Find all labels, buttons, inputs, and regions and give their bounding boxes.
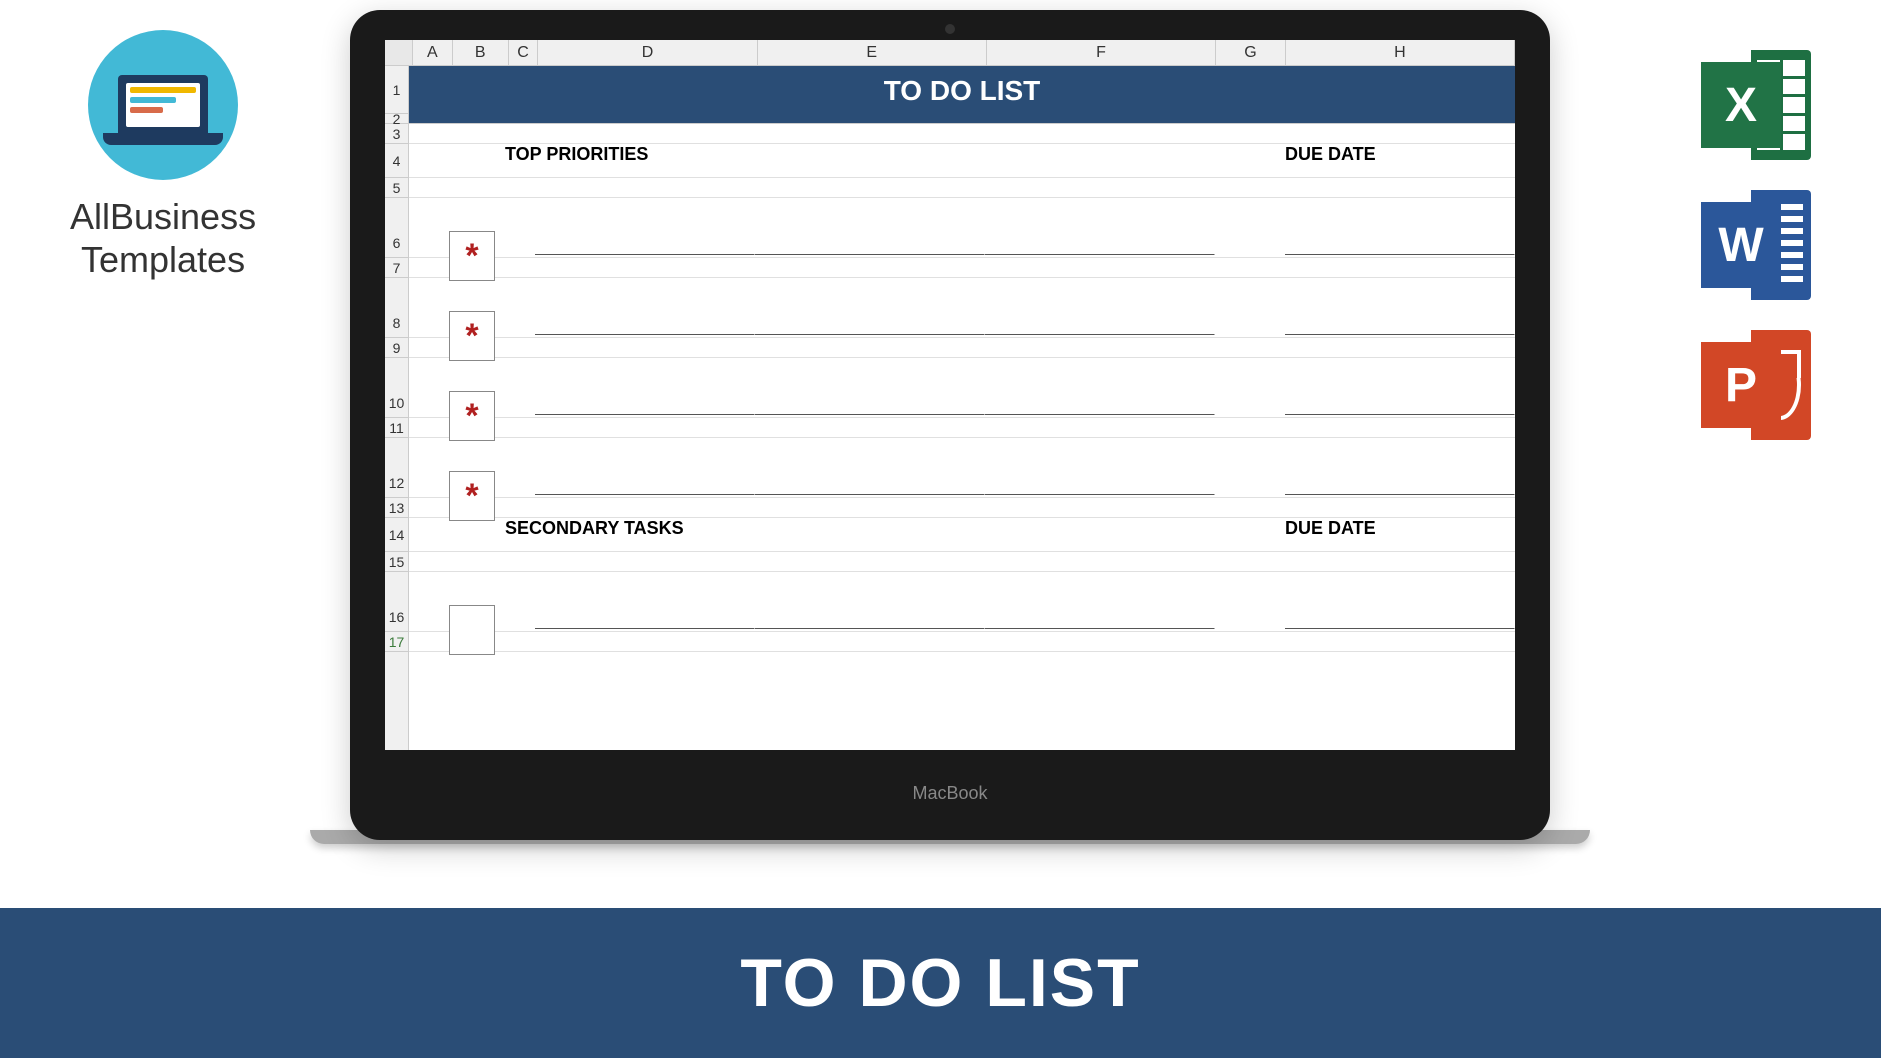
row-9[interactable] bbox=[409, 338, 1515, 358]
brand-logo-block: AllBusiness Templates bbox=[70, 30, 256, 281]
cells-area[interactable]: TO DO LIST TOP PRIORITIES DUE DATE * bbox=[409, 66, 1515, 750]
row-8-priority[interactable]: * bbox=[409, 278, 1515, 338]
due-date-label-1: DUE DATE bbox=[1285, 144, 1515, 177]
asterisk-icon: * bbox=[465, 319, 478, 353]
col-header-G[interactable]: G bbox=[1216, 40, 1286, 65]
word-letter: W bbox=[1701, 202, 1781, 288]
row-header-3[interactable]: 3 bbox=[385, 124, 408, 144]
row-header-14[interactable]: 14 bbox=[385, 518, 408, 552]
row-15[interactable] bbox=[409, 552, 1515, 572]
row-13[interactable] bbox=[409, 498, 1515, 518]
row-header-16[interactable]: 16 bbox=[385, 572, 408, 632]
secondary-task-field-1[interactable] bbox=[535, 628, 755, 629]
col-header-A[interactable]: A bbox=[413, 40, 453, 65]
row-5[interactable] bbox=[409, 178, 1515, 198]
due-field-4[interactable] bbox=[1285, 494, 1515, 495]
excel-letter: X bbox=[1701, 62, 1781, 148]
powerpoint-icon: P bbox=[1701, 330, 1811, 440]
task-field-4[interactable] bbox=[535, 494, 755, 495]
col-header-E[interactable]: E bbox=[758, 40, 987, 65]
row-14[interactable]: SECONDARY TASKS DUE DATE bbox=[409, 518, 1515, 552]
laptop-screen: A B C D E F G H 1 2 3 4 5 6 7 8 bbox=[385, 40, 1515, 750]
row-header-9[interactable]: 9 bbox=[385, 338, 408, 358]
asterisk-icon: * bbox=[465, 239, 478, 273]
row-header-12[interactable]: 12 bbox=[385, 438, 408, 498]
row-7[interactable] bbox=[409, 258, 1515, 278]
brand-line2: Templates bbox=[81, 239, 245, 280]
due-field-1[interactable] bbox=[1285, 254, 1515, 255]
row-12-priority[interactable]: * bbox=[409, 438, 1515, 498]
spreadsheet: A B C D E F G H 1 2 3 4 5 6 7 8 bbox=[385, 40, 1515, 750]
secondary-checkbox-1[interactable] bbox=[449, 605, 495, 655]
sheet-title: TO DO LIST bbox=[409, 66, 1515, 124]
row-17[interactable] bbox=[409, 632, 1515, 652]
secondary-tasks-label: SECONDARY TASKS bbox=[449, 518, 985, 551]
row-11[interactable] bbox=[409, 418, 1515, 438]
due-field-3[interactable] bbox=[1285, 414, 1515, 415]
row-4[interactable]: TOP PRIORITIES DUE DATE bbox=[409, 144, 1515, 178]
row-header-2[interactable]: 2 bbox=[385, 114, 408, 124]
row-header-10[interactable]: 10 bbox=[385, 358, 408, 418]
camera-icon bbox=[945, 24, 955, 34]
due-date-label-2: DUE DATE bbox=[1285, 518, 1515, 551]
asterisk-icon: * bbox=[465, 479, 478, 513]
priority-checkbox-2[interactable]: * bbox=[449, 311, 495, 361]
asterisk-icon: * bbox=[465, 399, 478, 433]
row-headers: 1 2 3 4 5 6 7 8 9 10 11 12 13 14 15 16 1 bbox=[385, 66, 409, 750]
row-header-8[interactable]: 8 bbox=[385, 278, 408, 338]
task-field-1c[interactable] bbox=[985, 254, 1215, 255]
row-10-priority[interactable]: * bbox=[409, 358, 1515, 418]
row-header-17[interactable]: 17 bbox=[385, 632, 408, 652]
row-header-4[interactable]: 4 bbox=[385, 144, 408, 178]
col-header-D[interactable]: D bbox=[538, 40, 757, 65]
word-icon: W bbox=[1701, 190, 1811, 300]
task-field-3[interactable] bbox=[535, 414, 755, 415]
row-16-secondary[interactable] bbox=[409, 572, 1515, 632]
priority-checkbox-1[interactable]: * bbox=[449, 231, 495, 281]
app-icons-column: X W P bbox=[1701, 50, 1811, 440]
col-header-H[interactable]: H bbox=[1286, 40, 1515, 65]
excel-icon: X bbox=[1701, 50, 1811, 160]
priority-checkbox-3[interactable]: * bbox=[449, 391, 495, 441]
row-3[interactable] bbox=[409, 124, 1515, 144]
page-title-banner: TO DO LIST bbox=[0, 908, 1881, 1058]
row-6-priority[interactable]: * bbox=[409, 198, 1515, 258]
col-header-B[interactable]: B bbox=[453, 40, 509, 65]
row-header-15[interactable]: 15 bbox=[385, 552, 408, 572]
due-field-2[interactable] bbox=[1285, 334, 1515, 335]
task-field-1[interactable] bbox=[535, 254, 755, 255]
row-header-7[interactable]: 7 bbox=[385, 258, 408, 278]
task-field-1b[interactable] bbox=[755, 254, 985, 255]
select-all-corner[interactable] bbox=[385, 40, 413, 65]
task-field-2[interactable] bbox=[535, 334, 755, 335]
top-priorities-label: TOP PRIORITIES bbox=[449, 144, 985, 177]
column-headers: A B C D E F G H bbox=[385, 40, 1515, 66]
row-header-1[interactable]: 1 bbox=[385, 66, 408, 114]
row-header-5[interactable]: 5 bbox=[385, 178, 408, 198]
brand-name: AllBusiness Templates bbox=[70, 195, 256, 281]
row-header-11[interactable]: 11 bbox=[385, 418, 408, 438]
brand-line1: AllBusiness bbox=[70, 196, 256, 237]
row-header-13[interactable]: 13 bbox=[385, 498, 408, 518]
laptop-frame: A B C D E F G H 1 2 3 4 5 6 7 8 bbox=[350, 10, 1550, 840]
row-header-6[interactable]: 6 bbox=[385, 198, 408, 258]
secondary-due-field-1[interactable] bbox=[1285, 628, 1515, 629]
col-header-F[interactable]: F bbox=[987, 40, 1216, 65]
laptop-label: MacBook bbox=[912, 783, 987, 804]
brand-logo-icon bbox=[88, 30, 238, 180]
ppt-letter: P bbox=[1701, 342, 1781, 428]
col-header-C[interactable]: C bbox=[509, 40, 539, 65]
priority-checkbox-4[interactable]: * bbox=[449, 471, 495, 521]
